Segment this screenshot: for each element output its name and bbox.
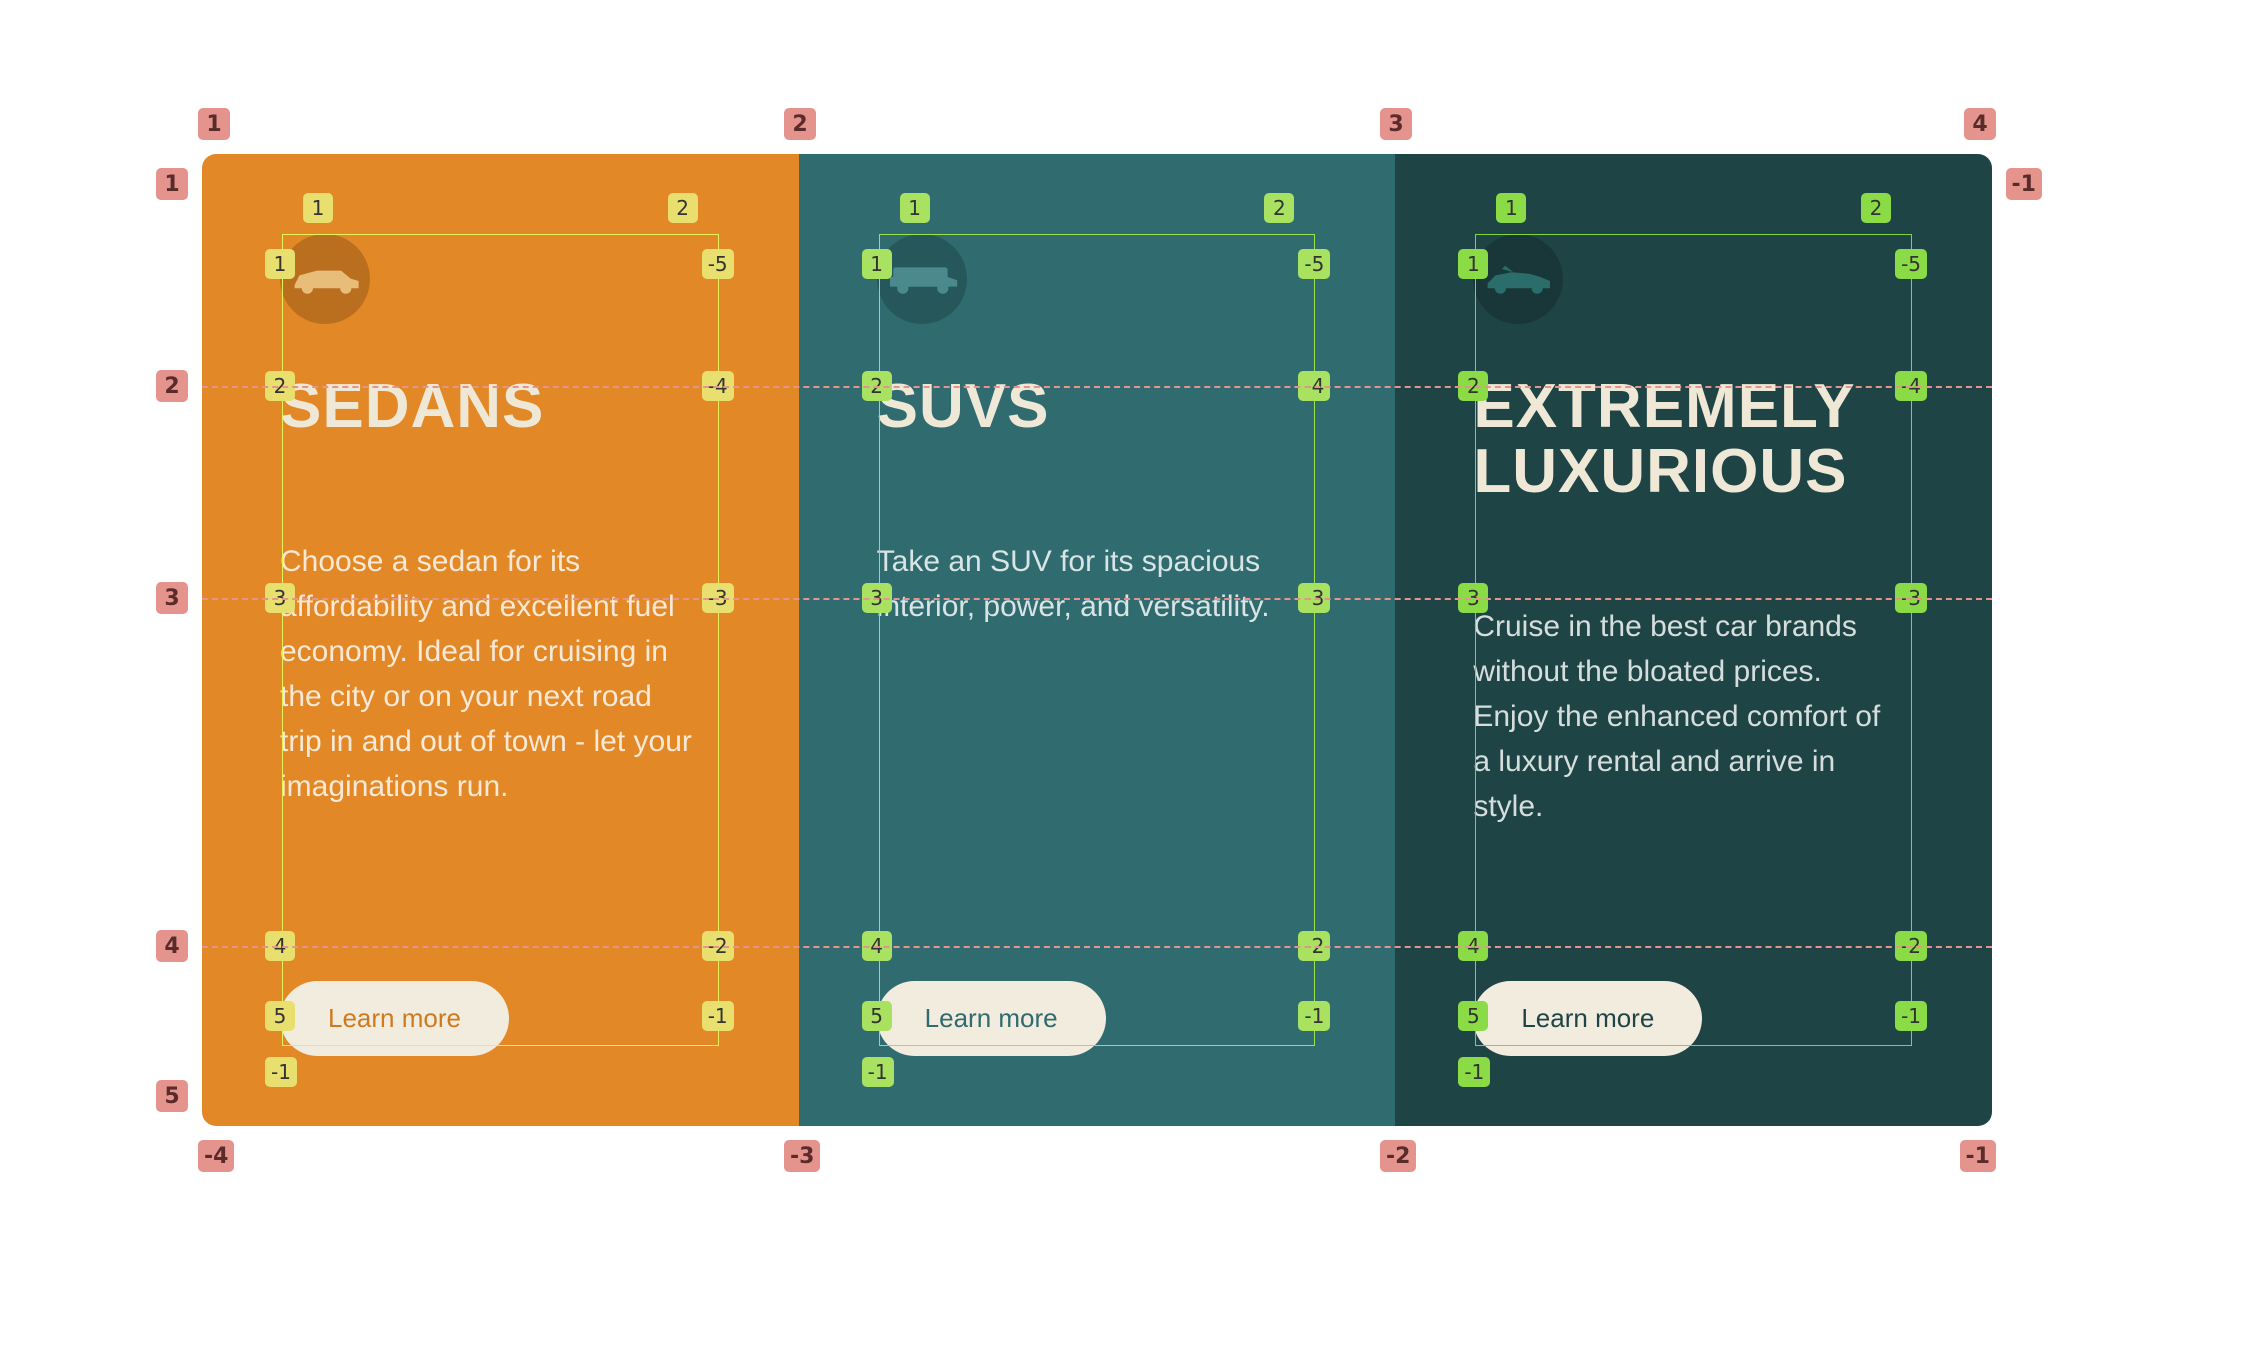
grid-row-badge: 2 xyxy=(156,370,188,402)
grid-row-badge: -1 xyxy=(2006,168,2042,200)
grid-badge: -1 xyxy=(1458,1057,1490,1087)
grid-badge: 2 xyxy=(1264,193,1294,223)
grid-badge: -2 xyxy=(1298,931,1330,961)
grid-col-badge: 1 xyxy=(198,108,230,140)
card-suvs: 1 2 1 -5 2 -4 3 -3 4 -2 5 -1 -1 SUVS Tak… xyxy=(799,154,1396,1126)
grid-badge: 1 xyxy=(303,193,333,223)
grid-badge: 4 xyxy=(862,931,892,961)
grid-badge: -1 xyxy=(862,1057,894,1087)
card-description: Take an SUV for its spacious interior, p… xyxy=(877,539,1297,629)
card-sedans: 1 2 1 -5 2 -4 3 -3 4 -2 5 -1 -1 SEDANS C… xyxy=(202,154,799,1126)
grid-badge: 4 xyxy=(1458,931,1488,961)
grid-badge: 4 xyxy=(265,931,295,961)
grid-badge: -5 xyxy=(1895,249,1927,279)
grid-badge: 2 xyxy=(1861,193,1891,223)
convertible-icon xyxy=(1473,234,1563,324)
card-grid: 1 2 1 -5 2 -4 3 -3 4 -2 5 -1 -1 SEDANS C… xyxy=(202,154,1992,1126)
card-description: Cruise in the best car brands without th… xyxy=(1473,604,1893,829)
grid-col-badge: 4 xyxy=(1964,108,1996,140)
sedan-icon xyxy=(280,234,370,324)
card-title: SUVS xyxy=(877,374,1336,439)
grid-row-badge: 5 xyxy=(156,1080,188,1112)
grid-col-badge: -1 xyxy=(1960,1140,1996,1172)
card-title: EXTREMELY LUXURIOUS xyxy=(1473,374,1932,504)
grid-row-badge: 4 xyxy=(156,930,188,962)
grid-badge: -1 xyxy=(1298,1001,1330,1031)
grid-badge: -3 xyxy=(1298,583,1330,613)
learn-more-button[interactable]: Learn more xyxy=(1473,981,1702,1056)
grid-badge: 2 xyxy=(668,193,698,223)
grid-badge: -1 xyxy=(265,1057,297,1087)
grid-col-badge: -4 xyxy=(198,1140,234,1172)
grid-badge: -3 xyxy=(1895,583,1927,613)
grid-row-badge: 3 xyxy=(156,582,188,614)
learn-more-button[interactable]: Learn more xyxy=(877,981,1106,1056)
grid-col-badge: 3 xyxy=(1380,108,1412,140)
grid-badge: -2 xyxy=(702,931,734,961)
card-luxury: 1 2 1 -5 2 -4 3 -3 4 -2 5 -1 -1 EXTREMEL… xyxy=(1395,154,1992,1126)
grid-badge: -1 xyxy=(702,1001,734,1031)
grid-badge: -1 xyxy=(1895,1001,1927,1031)
grid-badge: -5 xyxy=(702,249,734,279)
grid-badge: 1 xyxy=(900,193,930,223)
grid-row-badge: 1 xyxy=(156,168,188,200)
card-description: Choose a sedan for its affordability and… xyxy=(280,539,700,809)
grid-col-badge: -2 xyxy=(1380,1140,1416,1172)
grid-overlay-frame: 1 2 1 -5 2 -4 3 -3 4 -2 5 -1 -1 xyxy=(879,234,1316,1046)
grid-badge: -3 xyxy=(702,583,734,613)
grid-badge: -5 xyxy=(1298,249,1330,279)
grid-badge: -2 xyxy=(1895,931,1927,961)
grid-col-badge: -3 xyxy=(784,1140,820,1172)
card-title: SEDANS xyxy=(280,374,739,439)
learn-more-button[interactable]: Learn more xyxy=(280,981,509,1056)
grid-col-badge: 2 xyxy=(784,108,816,140)
suv-icon xyxy=(877,234,967,324)
grid-badge: 1 xyxy=(1496,193,1526,223)
